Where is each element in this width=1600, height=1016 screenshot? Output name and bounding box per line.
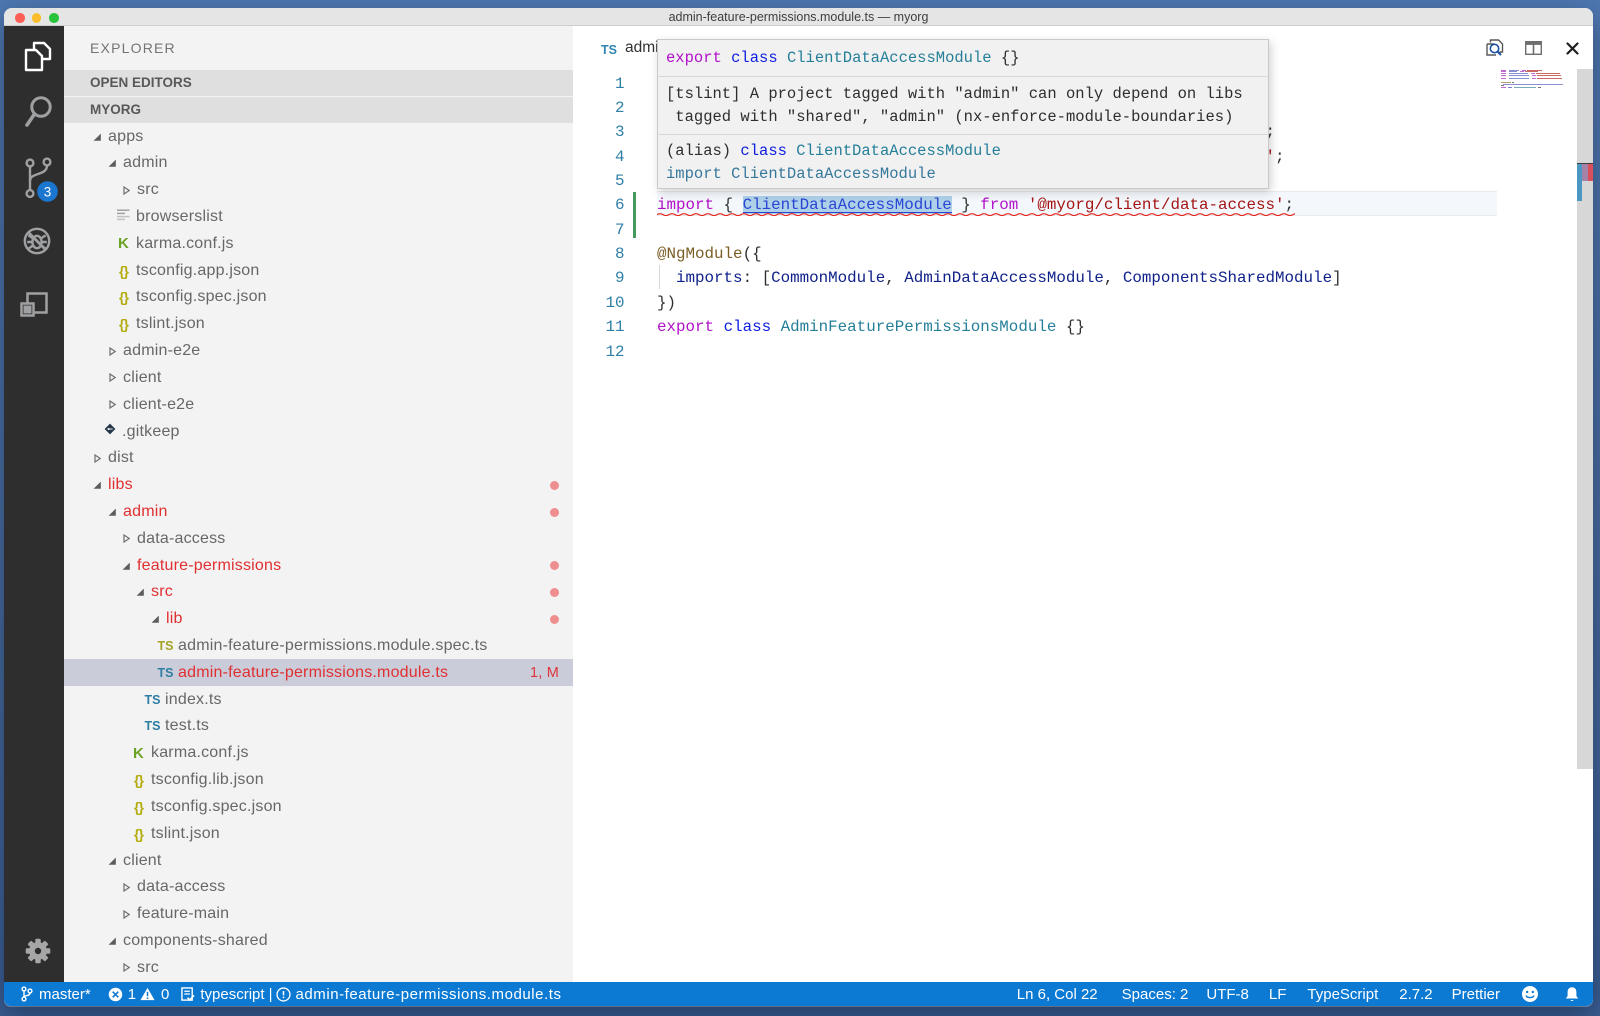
svg-text:3: 3 [44, 184, 52, 199]
